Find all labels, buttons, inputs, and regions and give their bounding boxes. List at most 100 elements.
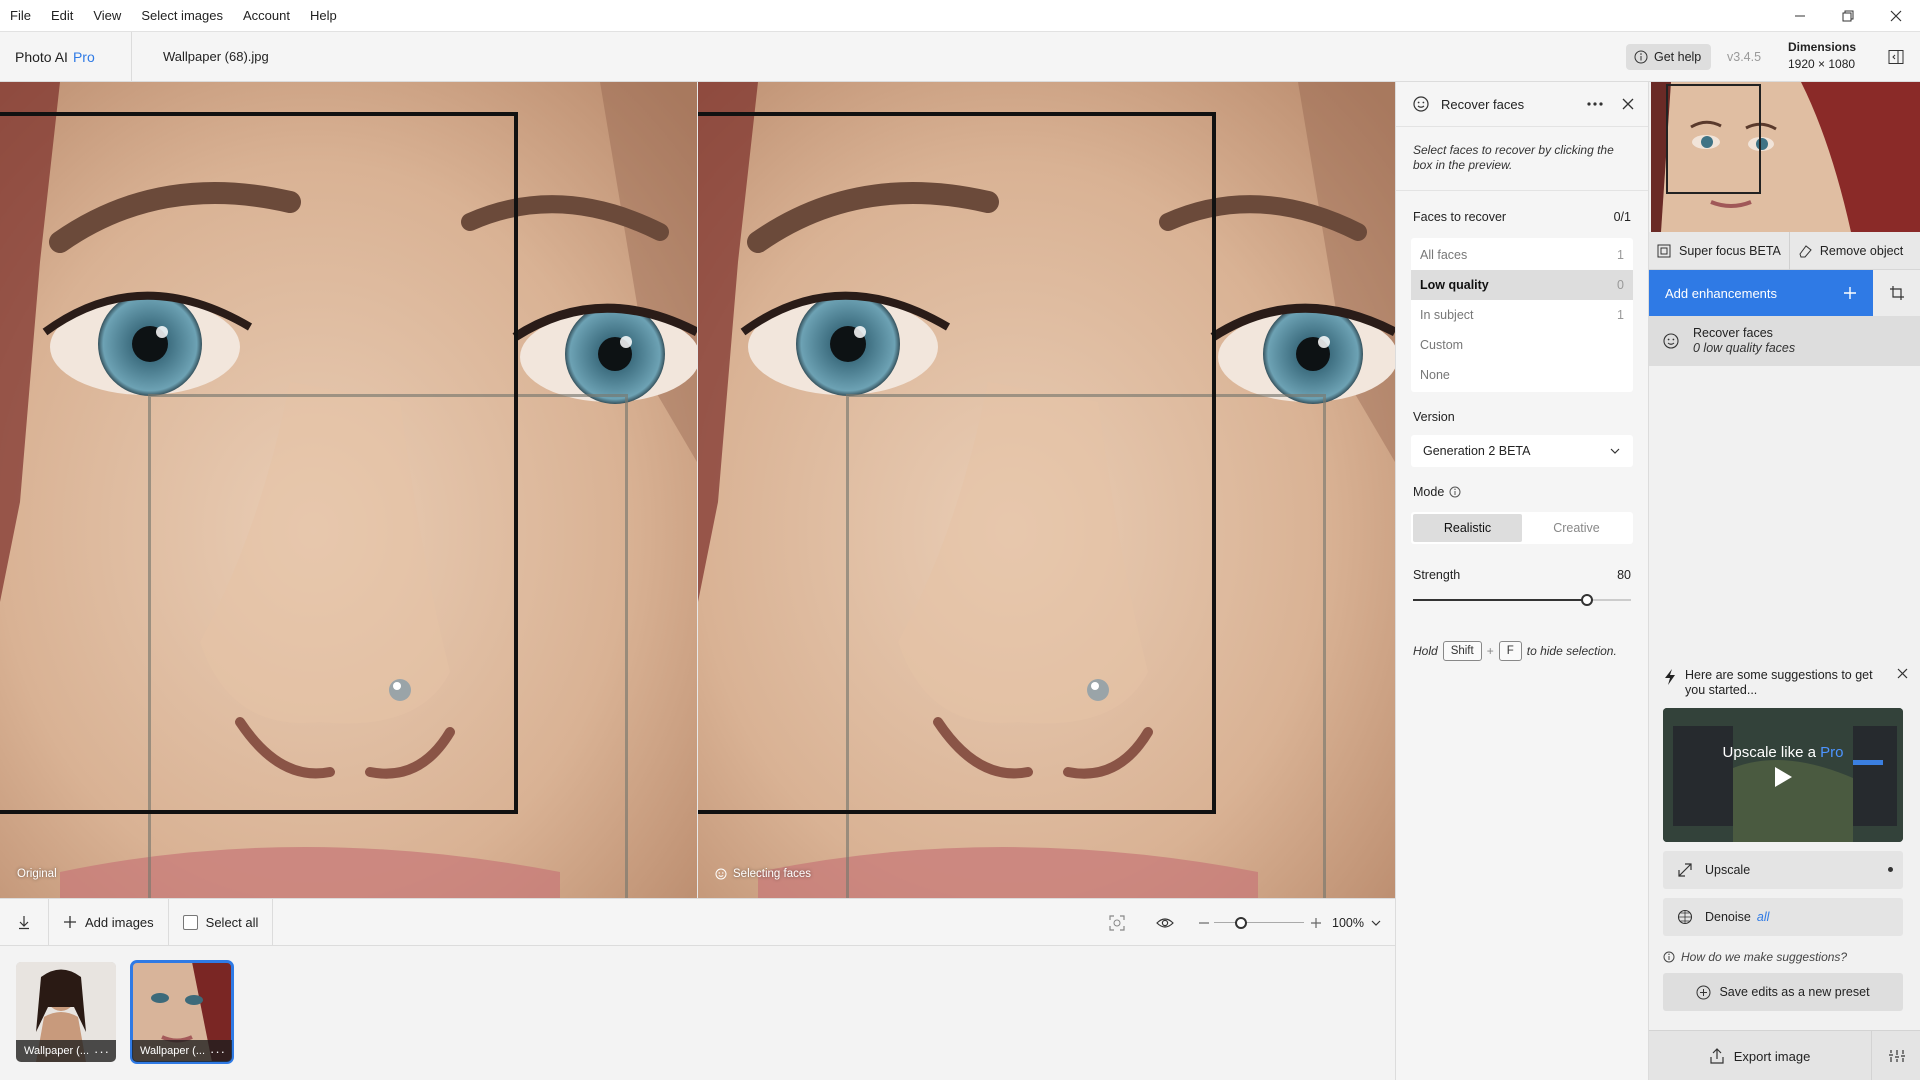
strength-slider[interactable] (1413, 593, 1631, 607)
restore-button[interactable] (1824, 0, 1872, 32)
right-panel: Super focus BETA Remove object Add enhan… (1648, 82, 1920, 1080)
info-icon[interactable] (1449, 486, 1461, 498)
zoom-out-icon[interactable] (1198, 917, 1210, 929)
menu-select-images[interactable]: Select images (131, 0, 233, 32)
selecting-faces-label: Selecting faces (715, 868, 811, 880)
crop-button[interactable] (1873, 270, 1920, 316)
face-option-none[interactable]: None (1411, 360, 1633, 390)
lightning-icon (1665, 669, 1675, 685)
image-thumbnail[interactable]: Wallpaper (... ··· (16, 962, 116, 1062)
image-thumbnail-selected[interactable]: Wallpaper (... ··· (130, 960, 234, 1064)
face-option-custom[interactable]: Custom (1411, 330, 1633, 360)
app-header: Photo AI Pro Wallpaper (68).jpg Get help… (0, 31, 1920, 82)
face-option-all[interactable]: All faces 1 (1411, 240, 1633, 270)
crop-icon (1890, 286, 1904, 300)
zoom-in-icon[interactable] (1310, 917, 1322, 929)
menu-account[interactable]: Account (233, 0, 300, 32)
menu-view[interactable]: View (83, 0, 131, 32)
more-options-icon[interactable]: ··· (94, 1042, 110, 1062)
app-version: v3.4.5 (1727, 50, 1762, 64)
menu-edit[interactable]: Edit (41, 0, 83, 32)
slider-fill (1413, 599, 1588, 601)
panel-toggle-button[interactable] (1880, 41, 1912, 73)
menu-bar: File Edit View Select images Account Hel… (0, 0, 1920, 32)
add-images-button[interactable]: Add images (49, 898, 168, 946)
mode-label: Mode (1396, 485, 1648, 499)
close-window-button[interactable] (1872, 0, 1920, 32)
strength-label: Strength (1413, 568, 1461, 582)
eye-icon[interactable] (1156, 914, 1174, 932)
how-suggestions-link[interactable]: How do we make suggestions? (1663, 950, 1908, 964)
processed-pane[interactable]: Selecting faces (698, 82, 1395, 898)
panel-hint: Select faces to recover by clicking the … (1396, 127, 1648, 191)
more-options-icon[interactable] (1586, 101, 1604, 107)
mode-creative[interactable]: Creative (1522, 514, 1631, 542)
suggestions-title: Here are some suggestions to get you sta… (1685, 668, 1873, 697)
menu-help[interactable]: Help (300, 0, 347, 32)
export-image-button[interactable]: Export image (1649, 1031, 1871, 1080)
remove-object-tab[interactable]: Remove object (1788, 232, 1911, 270)
panel-title: Recover faces (1441, 96, 1525, 112)
add-images-label: Add images (85, 914, 154, 930)
add-enhancements-label: Add enhancements (1665, 285, 1778, 301)
zoom-slider[interactable] (1214, 916, 1304, 930)
info-icon (1663, 951, 1675, 963)
face-selection-box[interactable] (0, 112, 518, 814)
enhancement-item-recover-faces[interactable]: Recover faces 0 low quality faces (1649, 316, 1920, 366)
expand-icon (1678, 863, 1692, 877)
minimize-button[interactable] (1776, 0, 1824, 32)
faces-label: Faces to recover (1413, 210, 1507, 224)
divider (272, 898, 274, 946)
original-pane[interactable]: Original (0, 82, 697, 898)
checkbox-box[interactable] (182, 914, 198, 930)
f-key: F (1498, 641, 1522, 661)
preview-area[interactable]: Original Selecting faces (0, 82, 1395, 898)
face-icon (1663, 333, 1679, 349)
suggestions-header: Here are some suggestions to get you sta… (1663, 668, 1908, 698)
play-icon[interactable] (1773, 766, 1793, 788)
face-option-in-subject[interactable]: In subject 1 (1411, 300, 1633, 330)
export-settings-button[interactable] (1871, 1031, 1920, 1080)
close-icon[interactable] (1622, 98, 1634, 110)
filmstrip-toggle-button[interactable] (0, 898, 48, 946)
face-option-low-quality[interactable]: Low quality 0 (1411, 270, 1633, 300)
more-options-icon[interactable]: ··· (210, 1042, 226, 1062)
key-plus: + (1486, 644, 1494, 658)
select-all-checkbox[interactable]: Select all (169, 898, 273, 946)
brand-name: Photo AI (15, 48, 68, 65)
suggestions-card: Here are some suggestions to get you sta… (1663, 668, 1908, 1011)
zoom-value[interactable]: 100% (1332, 916, 1364, 930)
dimensions-info: Dimensions 1920 × 1080 (1788, 39, 1856, 73)
chevron-down-icon[interactable] (1370, 917, 1382, 929)
brand-logo: Photo AI Pro (0, 31, 132, 82)
add-enhancements-button[interactable]: Add enhancements (1649, 270, 1873, 316)
suggestion-denoise[interactable]: Denoise all (1663, 898, 1903, 936)
super-focus-tab[interactable]: Super focus BETA (1649, 232, 1789, 270)
face-selection-box[interactable] (698, 112, 1216, 814)
dimensions-title: Dimensions (1788, 40, 1857, 54)
minimize-icon (1795, 15, 1805, 16)
faces-option-list: All faces 1 Low quality 0 In subject 1 C… (1411, 238, 1633, 392)
dimensions-value: 1920 × 1080 (1788, 57, 1856, 71)
mode-toggle: Realistic Creative (1411, 512, 1633, 544)
zoom-controls (1108, 899, 1322, 947)
slider-knob[interactable] (1581, 594, 1594, 606)
strength-value: 80 (1617, 568, 1631, 582)
save-preset-button[interactable]: Save edits as a new preset (1663, 973, 1903, 1011)
navigator-thumbnail[interactable] (1651, 82, 1920, 232)
navigator-viewport[interactable] (1666, 84, 1761, 194)
get-help-button[interactable]: Get help (1626, 44, 1712, 70)
mode-realistic[interactable]: Realistic (1413, 514, 1522, 542)
menu-file[interactable]: File (0, 0, 41, 32)
version-dropdown[interactable]: Generation 2 BETA (1411, 435, 1633, 467)
close-icon[interactable] (1897, 668, 1908, 679)
window-controls (1776, 0, 1920, 32)
strength-row: Strength 80 (1396, 568, 1648, 582)
tutorial-video[interactable]: Upscale like a Pro (1663, 708, 1903, 842)
plus-icon (1844, 287, 1856, 299)
face-detect-icon[interactable] (1108, 914, 1126, 932)
suggestion-upscale[interactable]: Upscale (1663, 851, 1903, 889)
zoom-knob[interactable] (1235, 917, 1247, 929)
select-all-label: Select all (205, 914, 259, 930)
face-icon (715, 868, 727, 880)
